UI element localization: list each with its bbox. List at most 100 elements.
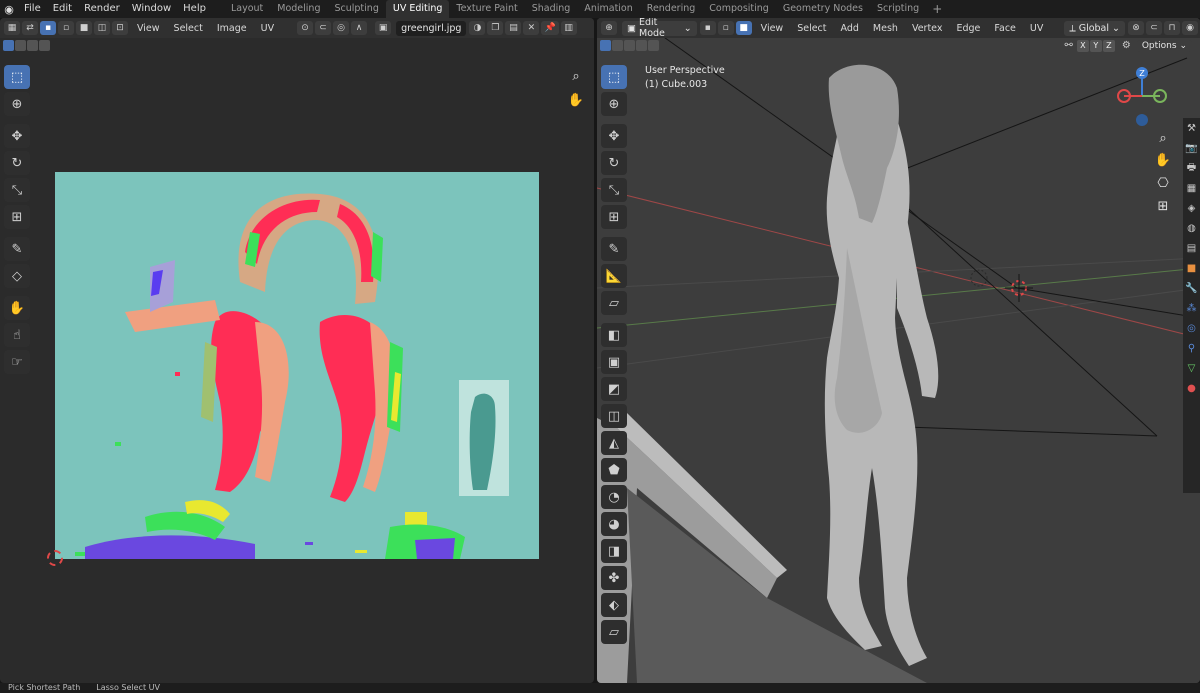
measure-tool-icon[interactable]: 📐 (601, 264, 627, 288)
tab-compositing[interactable]: Compositing (702, 0, 776, 18)
inset-tool-icon[interactable]: ▣ (601, 350, 627, 374)
cursor-tool-icon[interactable]: ⊕ (601, 92, 627, 116)
viewport-menu-view[interactable]: View (754, 23, 791, 34)
poly-build-tool-icon[interactable]: ⬟ (601, 458, 627, 482)
scale-tool-icon[interactable]: ⤡ (4, 178, 30, 202)
pinch-tool-icon[interactable]: ☞ (4, 350, 30, 374)
pan-hand-icon[interactable]: ✋ (566, 90, 586, 110)
3d-viewport[interactable]: ⊕ ▣ Edit Mode ⌄ ▪ ▫ ■ View Select Add Me… (597, 18, 1200, 683)
move-tool-icon[interactable]: ✥ (601, 124, 627, 148)
menu-window[interactable]: Window (126, 0, 177, 18)
options-dropdown[interactable]: Options ⌄ (1136, 39, 1192, 52)
island-select-icon[interactable]: ◫ (94, 21, 110, 35)
cursor-tool-icon[interactable]: ⊕ (4, 92, 30, 116)
menu-help[interactable]: Help (177, 0, 212, 18)
select-box-tool-icon[interactable]: ⬚ (4, 65, 30, 89)
transform-tool-icon[interactable]: ⊞ (4, 205, 30, 229)
snap-target-icon[interactable]: ⊓ (1164, 21, 1180, 35)
viewport-menu-uv[interactable]: UV (1023, 23, 1050, 34)
select-new-icon[interactable] (3, 40, 14, 51)
pivot-icon[interactable]: ⊙ (297, 21, 314, 35)
tab-modeling[interactable]: Modeling (270, 0, 327, 18)
mirror-z-button[interactable]: Z (1102, 39, 1115, 52)
zoom-icon[interactable]: ⌕ (566, 66, 586, 86)
viewport-menu-select[interactable]: Select (790, 23, 833, 34)
output-properties-icon[interactable]: 🖶 (1183, 158, 1200, 178)
tab-sculpting[interactable]: Sculpting (327, 0, 385, 18)
display-options-icon[interactable]: ▥ (560, 21, 577, 35)
fake-user-icon[interactable]: ◑ (469, 21, 486, 35)
pin-icon[interactable]: 📌 (541, 21, 559, 35)
transform-tool-icon[interactable]: ⊞ (601, 205, 627, 229)
scale-tool-icon[interactable]: ⤡ (601, 178, 627, 202)
tab-shading[interactable]: Shading (525, 0, 578, 18)
loop-cut-tool-icon[interactable]: ◫ (601, 404, 627, 428)
object-properties-icon[interactable]: ■ (1183, 258, 1200, 278)
tab-layout[interactable]: Layout (224, 0, 270, 18)
tool-properties-icon[interactable]: ⚒ (1183, 118, 1200, 138)
menu-file[interactable]: File (18, 0, 47, 18)
mirror-x-button[interactable]: X (1076, 39, 1089, 52)
select-subtract-icon[interactable] (27, 40, 38, 51)
viewport-menu-face[interactable]: Face (987, 23, 1022, 34)
add-workspace-button[interactable]: + (926, 0, 948, 18)
transform-orientation-dropdown[interactable]: ⟂ Global ⌄ (1064, 20, 1125, 36)
menu-render[interactable]: Render (78, 0, 126, 18)
viewport-menu-edge[interactable]: Edge (949, 23, 987, 34)
unlink-image-icon[interactable]: ✕ (523, 21, 540, 35)
vertex-select-icon[interactable]: ▪ (40, 21, 56, 35)
zoom-icon[interactable]: ⌕ (1153, 128, 1173, 148)
shrink-fatten-tool-icon[interactable]: ✤ (601, 566, 627, 590)
blender-logo-icon[interactable]: ◉ (0, 0, 18, 18)
physics-properties-icon[interactable]: ◎ (1183, 318, 1200, 338)
proportional-edit-icon[interactable]: ◎ (333, 21, 350, 35)
uv-menu-uv[interactable]: UV (254, 23, 281, 34)
uv-menu-image[interactable]: Image (210, 23, 254, 34)
relax-tool-icon[interactable]: ☝ (4, 323, 30, 347)
tab-animation[interactable]: Animation (577, 0, 639, 18)
tab-texture-paint[interactable]: Texture Paint (449, 0, 524, 18)
select-subtract-icon[interactable] (624, 40, 635, 51)
open-image-icon[interactable]: ▤ (505, 21, 522, 35)
viewport-menu-vertex[interactable]: Vertex (905, 23, 950, 34)
sticky-select-icon[interactable]: ⊡ (112, 21, 128, 35)
wrench-icon[interactable]: ⚙ (1122, 40, 1131, 51)
shear-tool-icon[interactable]: ⬖ (601, 593, 627, 617)
scene-properties-icon[interactable]: ◈ (1183, 198, 1200, 218)
ortho-grid-icon[interactable]: ⊞ (1153, 196, 1173, 216)
editor-type-icon[interactable]: ▦ (4, 21, 20, 35)
snap-icon[interactable]: ⊂ (315, 21, 332, 35)
grab-tool-icon[interactable]: ✋ (4, 296, 30, 320)
viewport-editor-type-icon[interactable]: ⊕ (601, 21, 617, 35)
select-invert-icon[interactable] (39, 40, 50, 51)
viewport-menu-mesh[interactable]: Mesh (866, 23, 905, 34)
select-new-icon[interactable] (600, 40, 611, 51)
bevel-tool-icon[interactable]: ◩ (601, 377, 627, 401)
edge-slide-tool-icon[interactable]: ◨ (601, 539, 627, 563)
extrude-tool-icon[interactable]: ◧ (601, 323, 627, 347)
data-properties-icon[interactable]: ▽ (1183, 358, 1200, 378)
move-tool-icon[interactable]: ✥ (4, 124, 30, 148)
material-properties-icon[interactable]: ● (1183, 378, 1200, 398)
annotate-tool-icon[interactable]: ✎ (4, 237, 30, 261)
pivot-point-icon[interactable]: ⊗ (1128, 21, 1144, 35)
select-difference-icon[interactable] (636, 40, 647, 51)
proportional-edit-icon[interactable]: ◉ (1182, 21, 1198, 35)
rip-region-tool-icon[interactable]: ▱ (601, 620, 627, 644)
view-layer-icon[interactable]: ▦ (1183, 178, 1200, 198)
mirror-y-button[interactable]: Y (1089, 39, 1102, 52)
rotate-tool-icon[interactable]: ↻ (4, 151, 30, 175)
smooth-tool-icon[interactable]: ◕ (601, 512, 627, 536)
snap-toggle-icon[interactable]: ⊂ (1146, 21, 1162, 35)
select-extend-icon[interactable] (612, 40, 623, 51)
mode-dropdown[interactable]: ▣ Edit Mode ⌄ (622, 18, 697, 39)
rip-tool-icon[interactable]: ◇ (4, 264, 30, 288)
uv-menu-view[interactable]: View (130, 23, 167, 34)
select-box-tool-icon[interactable]: ⬚ (601, 65, 627, 89)
image-browse-icon[interactable]: ▣ (375, 21, 392, 35)
vertex-mode-icon[interactable]: ▪ (699, 21, 716, 35)
modifier-properties-icon[interactable]: 🔧 (1183, 278, 1200, 298)
rotate-tool-icon[interactable]: ↻ (601, 151, 627, 175)
select-intersect-icon[interactable] (648, 40, 659, 51)
world-properties-icon[interactable]: ◍ (1183, 218, 1200, 238)
